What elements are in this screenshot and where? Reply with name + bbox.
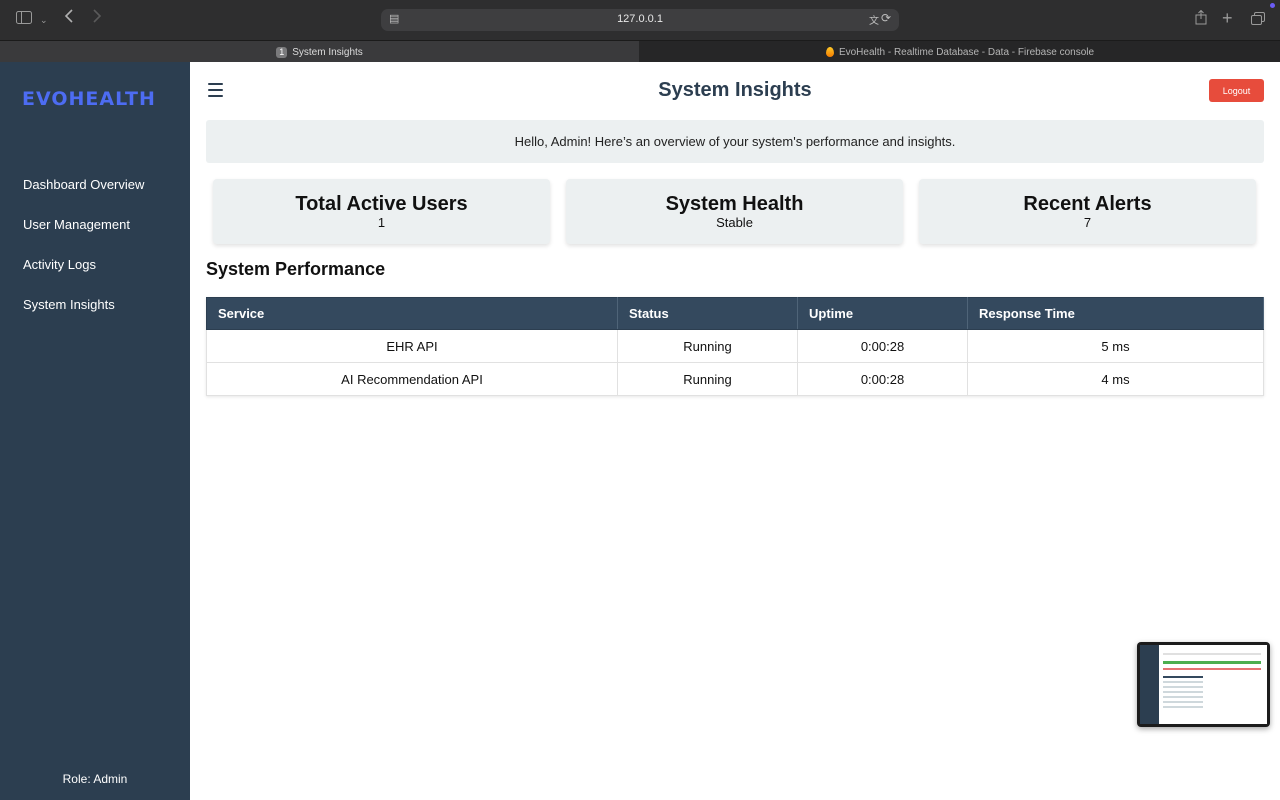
card-total-active-users: Total Active Users 1 (213, 179, 550, 244)
cell-response-time: 4 ms (967, 362, 1264, 396)
thumbnail-line (1163, 706, 1203, 708)
address-bar[interactable]: ▤ 127.0.0.1 ⟳ 文 (381, 9, 899, 31)
tab-number-badge: 1 (276, 46, 288, 58)
sidebar-item-activity-logs[interactable]: Activity Logs (0, 254, 190, 294)
sidebar: EVOHEALTH Dashboard Overview User Manage… (0, 62, 190, 800)
back-icon[interactable] (64, 9, 74, 29)
thumbnail-preview (1140, 645, 1267, 724)
tab-overview-icon[interactable] (1251, 11, 1265, 31)
thumbnail-line (1163, 686, 1203, 688)
card-value: 1 (377, 215, 386, 230)
column-header-service: Service (206, 297, 618, 330)
cell-uptime: 0:00:28 (797, 329, 968, 363)
column-header-status: Status (617, 297, 798, 330)
tab-label: System Insights (292, 46, 363, 58)
role-label: Role: Admin (62, 772, 128, 786)
sidebar-toggle-icon[interactable] (16, 10, 32, 30)
main-content: System Insights Logout Hello, Admin! Her… (190, 62, 1280, 800)
card-title: System Health (665, 193, 804, 215)
tab-bar: 1 System Insights EvoHealth - Realtime D… (0, 40, 1280, 63)
card-title: Recent Alerts (1023, 193, 1152, 215)
evohealth-logo[interactable]: EVOHEALTH (22, 88, 172, 110)
card-value: Stable (716, 215, 753, 230)
welcome-banner: Hello, Admin! Here’s an overview of your… (206, 120, 1264, 163)
table-row: AI Recommendation API Running 0:00:28 4 … (206, 362, 1264, 396)
sidebar-item-dashboard-overview[interactable]: Dashboard Overview (0, 174, 190, 214)
tab-firebase-console[interactable]: EvoHealth - Realtime Database - Data - F… (640, 41, 1280, 63)
sidebar-nav: Dashboard Overview User Management Activ… (0, 174, 190, 334)
thumbnail-line (1163, 681, 1203, 683)
firebase-icon (825, 47, 834, 57)
card-title: Total Active Users (295, 193, 468, 215)
card-system-health: System Health Stable (566, 179, 903, 244)
reload-icon[interactable]: ⟳ (881, 11, 891, 25)
logout-button[interactable]: Logout (1209, 79, 1264, 102)
share-icon[interactable] (1195, 9, 1207, 31)
stats-cards: Total Active Users 1 System Health Stabl… (213, 179, 1257, 244)
table-row: EHR API Running 0:00:28 5 ms (206, 329, 1264, 363)
chevron-down-icon[interactable]: ⌄ (40, 10, 48, 30)
notification-dot (1270, 3, 1275, 8)
cell-service: AI Recommendation API (206, 362, 618, 396)
cell-uptime: 0:00:28 (797, 362, 968, 396)
screenshot-thumbnail[interactable] (1137, 642, 1270, 727)
table-header-row: Service Status Uptime Response Time (206, 297, 1264, 330)
section-title-system-performance: System Performance (206, 259, 386, 279)
thumbnail-line (1163, 691, 1203, 693)
thumbnail-line (1163, 661, 1261, 664)
tab-label: EvoHealth - Realtime Database - Data - F… (838, 46, 1095, 58)
thumbnail-sidebar (1140, 645, 1159, 724)
cell-response-time: 5 ms (967, 329, 1264, 363)
cell-service: EHR API (206, 329, 618, 363)
thumbnail-line (1163, 676, 1203, 678)
column-header-uptime: Uptime (797, 297, 968, 330)
thumbnail-line (1163, 653, 1261, 655)
system-performance-table: Service Status Uptime Response Time EHR … (206, 297, 1264, 396)
thumbnail-line (1163, 696, 1203, 698)
cell-status: Running (617, 362, 798, 396)
thumbnail-line (1163, 701, 1203, 703)
sidebar-item-system-insights[interactable]: System Insights (0, 294, 190, 334)
sidebar-item-user-management[interactable]: User Management (0, 214, 190, 254)
card-value: 7 (1083, 215, 1092, 230)
column-header-response-time: Response Time (967, 297, 1264, 330)
cell-status: Running (617, 329, 798, 363)
card-recent-alerts: Recent Alerts 7 (919, 179, 1256, 244)
browser-toolbar: ⌄ ▤ 127.0.0.1 ⟳ 文 + (0, 0, 1280, 40)
new-tab-icon[interactable]: + (1222, 8, 1233, 28)
tab-system-insights[interactable]: 1 System Insights (0, 41, 639, 63)
forward-icon[interactable] (92, 9, 102, 29)
translate-icon[interactable]: 文 (869, 12, 879, 27)
url-text: 127.0.0.1 (617, 13, 663, 25)
page-title: System Insights (658, 79, 812, 101)
thumbnail-line (1163, 668, 1261, 670)
